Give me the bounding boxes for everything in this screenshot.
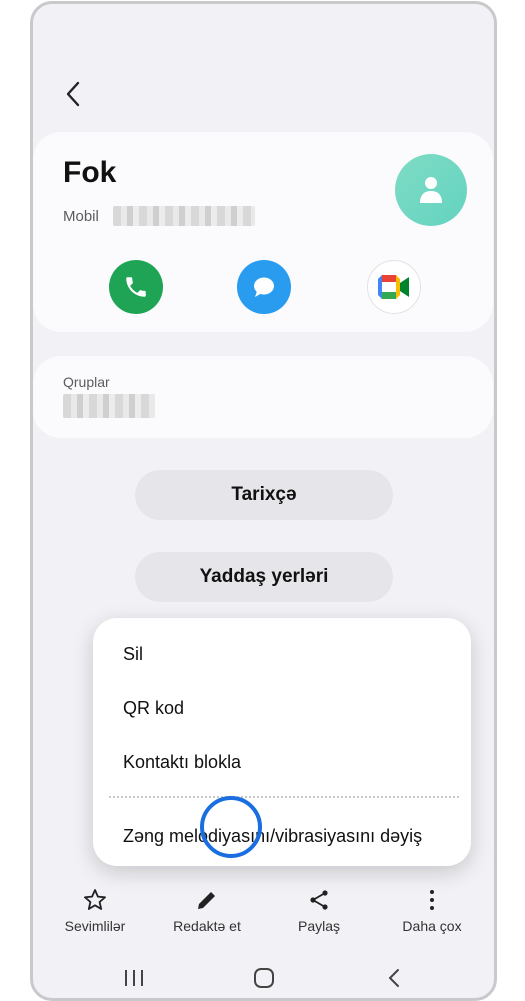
- more-button[interactable]: Daha çox: [382, 888, 482, 934]
- favorites-button[interactable]: Sevimlilər: [45, 888, 145, 934]
- share-button[interactable]: Paylaş: [269, 888, 369, 934]
- menu-divider: [109, 796, 459, 798]
- edit-button[interactable]: Redaktə et: [157, 888, 257, 934]
- chevron-left-icon: [389, 969, 399, 987]
- favorites-label: Sevimlilər: [64, 918, 126, 934]
- more-options-menu: Sil QR kod Kontaktı blokla Zəng melodiya…: [93, 618, 471, 866]
- share-label: Paylaş: [297, 918, 341, 934]
- menu-item-change-ringtone[interactable]: Zəng melodiyasını/vibrasiyasını dəyiş: [123, 826, 422, 847]
- menu-item-delete[interactable]: Sil: [123, 644, 143, 665]
- menu-item-qr-code[interactable]: QR kod: [123, 698, 184, 719]
- avatar: [395, 154, 467, 226]
- phone-screen: Fok Mobil Qruplar Tarixçə Yaddaş yerləri…: [30, 1, 497, 1001]
- phone-label: Mobil: [63, 208, 99, 225]
- message-button[interactable]: [237, 260, 291, 314]
- pencil-icon: [198, 892, 215, 909]
- share-icon: [310, 890, 328, 910]
- menu-item-block-contact[interactable]: Kontaktı blokla: [123, 752, 241, 773]
- nav-back-button[interactable]: [379, 966, 409, 990]
- system-navigation-bar: [33, 954, 494, 998]
- call-button[interactable]: [109, 260, 163, 314]
- home-icon: [254, 968, 274, 988]
- back-button[interactable]: [59, 78, 87, 110]
- groups-card[interactable]: Qruplar: [33, 356, 493, 438]
- contact-name: Fok: [63, 156, 117, 189]
- phone-icon: [126, 277, 146, 297]
- history-button[interactable]: Tarixçə: [135, 470, 393, 520]
- bottom-action-bar: Sevimlilər Redaktə et Paylaş Daha çox: [33, 874, 494, 954]
- video-call-button[interactable]: [367, 260, 421, 314]
- star-icon: [84, 889, 106, 910]
- recent-apps-icon: [125, 970, 143, 986]
- edit-label: Redaktə et: [173, 918, 241, 934]
- recent-apps-button[interactable]: [119, 966, 149, 990]
- more-label: Daha çox: [402, 918, 462, 934]
- home-button[interactable]: [249, 966, 279, 990]
- person-icon: [420, 177, 442, 203]
- storage-locations-button[interactable]: Yaddaş yerləri: [135, 552, 393, 602]
- contact-card: Fok Mobil: [33, 132, 493, 332]
- google-meet-icon: [378, 275, 409, 299]
- group-names-redacted: [63, 394, 155, 418]
- groups-label: Qruplar: [63, 374, 110, 390]
- more-vertical-icon: [430, 890, 434, 910]
- phone-number-redacted: [113, 206, 255, 226]
- chevron-left-icon: [66, 81, 80, 107]
- chat-bubble-icon: [254, 277, 274, 297]
